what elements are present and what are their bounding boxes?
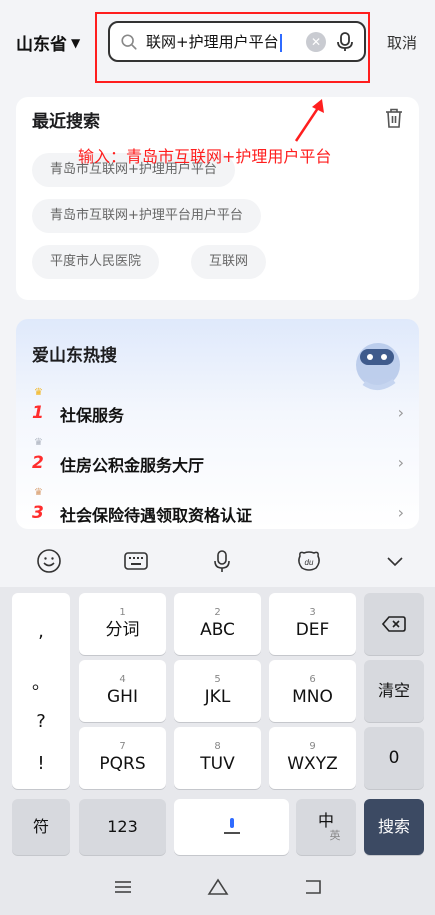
hot-search-title: 爱山东热搜 bbox=[32, 346, 117, 366]
key-4[interactable]: 4 GHI bbox=[79, 660, 166, 722]
key-label: GHI bbox=[107, 687, 138, 707]
symbols-key-label: 符 bbox=[32, 817, 49, 836]
hot-rank: 1 bbox=[32, 403, 44, 423]
key-number: 2 bbox=[214, 607, 221, 618]
key-7[interactable]: 7 PQRS bbox=[79, 727, 166, 789]
hot-rank: 3 bbox=[32, 503, 44, 523]
key-number: 4 bbox=[119, 674, 126, 685]
key-number: 7 bbox=[119, 741, 126, 752]
chevron-down-icon[interactable] bbox=[382, 548, 408, 574]
microphone-icon[interactable] bbox=[209, 548, 235, 574]
hot-label: 住房公积金服务大厅 bbox=[60, 456, 205, 475]
search-icon bbox=[121, 33, 137, 50]
clear-key[interactable]: 清空 bbox=[364, 660, 424, 722]
hot-item[interactable]: ♛ 1 社保服务 › bbox=[32, 387, 404, 431]
emoji-icon[interactable] bbox=[36, 548, 62, 574]
chevron-right-icon: › bbox=[397, 403, 404, 422]
key-number: 5 bbox=[214, 674, 221, 685]
crown-icon: ♛ bbox=[34, 487, 43, 498]
language-switch-key[interactable]: 中 英 bbox=[296, 799, 356, 855]
key-9[interactable]: 9 WXYZ bbox=[269, 727, 356, 789]
microphone-icon[interactable] bbox=[336, 31, 354, 52]
clear-icon[interactable]: ✕ bbox=[306, 31, 326, 52]
svg-text:du: du bbox=[305, 558, 314, 567]
menu-icon[interactable] bbox=[110, 876, 136, 898]
chevron-right-icon: › bbox=[397, 453, 404, 472]
punct-key[interactable]: , bbox=[12, 621, 70, 642]
backspace-icon bbox=[382, 616, 406, 632]
search-key-label: 搜索 bbox=[377, 817, 410, 836]
hot-label: 社会保险待遇领取资格认证 bbox=[60, 506, 253, 525]
key-number: 9 bbox=[309, 741, 316, 752]
punct-key[interactable]: ? bbox=[12, 711, 70, 732]
keyboard-icon[interactable] bbox=[123, 548, 149, 574]
text-cursor bbox=[279, 33, 282, 52]
chevron-right-icon: › bbox=[397, 503, 404, 522]
lang-main-label: 中 bbox=[317, 811, 334, 830]
key-label: 分词 bbox=[105, 620, 140, 640]
trash-icon[interactable] bbox=[384, 107, 404, 129]
hot-item[interactable]: ♛ 3 社会保险待遇领取资格认证 › bbox=[32, 487, 404, 529]
key-8[interactable]: 8 TUV bbox=[174, 727, 261, 789]
key-label: TUV bbox=[200, 754, 235, 774]
zero-key-label: 0 bbox=[388, 748, 400, 768]
recent-tag[interactable]: 互联网 bbox=[191, 245, 267, 279]
crown-icon: ♛ bbox=[34, 437, 43, 448]
key-label: WXYZ bbox=[287, 754, 338, 774]
home-icon[interactable] bbox=[205, 876, 231, 898]
symbols-key[interactable]: 符 bbox=[12, 799, 70, 855]
hot-rank: 2 bbox=[32, 453, 44, 473]
key-3[interactable]: 3 DEF bbox=[269, 593, 356, 655]
key-5[interactable]: 5 JKL bbox=[174, 660, 261, 722]
province-label: 山东省 bbox=[16, 35, 67, 55]
search-input[interactable]: 联网+护理用户平台 ✕ bbox=[108, 21, 366, 62]
key-label: JKL bbox=[204, 687, 231, 707]
annotation-text: 输入：青岛市互联网+护理用户平台 bbox=[78, 147, 332, 166]
search-key[interactable]: 搜索 bbox=[364, 799, 424, 855]
punct-key[interactable]: 。 bbox=[12, 669, 70, 695]
space-key[interactable] bbox=[174, 799, 289, 855]
hot-search-card: 爱山东热搜 ♛ 1 社保服务 › ♛ 2 住房公积金服务大厅 › ♛ 3 社会保… bbox=[16, 319, 419, 529]
recent-search-card: 最近搜索 青岛市互联网+护理用户平台 青岛市互联网+护理平台用户平台 平度市人民… bbox=[16, 97, 419, 300]
key-2[interactable]: 2 ABC bbox=[174, 593, 261, 655]
hot-label: 社保服务 bbox=[60, 406, 125, 425]
recent-tag[interactable]: 青岛市互联网+护理平台用户平台 bbox=[32, 199, 261, 233]
search-header: 山东省 ▼ 联网+护理用户平台 ✕ 取消 bbox=[0, 0, 435, 85]
key-number: 1 bbox=[119, 607, 126, 618]
key-label: ABC bbox=[200, 620, 235, 640]
keyboard-toolbar: du bbox=[0, 535, 435, 587]
key-number: 6 bbox=[309, 674, 316, 685]
punctuation-column[interactable]: , 。 ? ! bbox=[12, 593, 70, 789]
clear-key-label: 清空 bbox=[377, 681, 410, 700]
search-query-text: 联网+护理用户平台 bbox=[146, 31, 306, 52]
cancel-button[interactable]: 取消 bbox=[387, 32, 417, 53]
hot-item[interactable]: ♛ 2 住房公积金服务大厅 › bbox=[32, 437, 404, 481]
system-nav-bar bbox=[0, 862, 435, 915]
voice-input-icon bbox=[223, 818, 240, 834]
zero-key[interactable]: 0 bbox=[364, 727, 424, 789]
crown-icon: ♛ bbox=[34, 387, 43, 398]
numbers-key[interactable]: 123 bbox=[79, 799, 166, 855]
back-icon[interactable] bbox=[300, 876, 326, 898]
recent-search-title: 最近搜索 bbox=[32, 112, 100, 132]
lang-sub-label: 英 bbox=[329, 829, 341, 842]
recent-tag[interactable]: 平度市人民医院 bbox=[32, 245, 160, 279]
punct-key[interactable]: ! bbox=[12, 753, 70, 774]
key-label: MNO bbox=[292, 687, 333, 707]
numbers-key-label: 123 bbox=[107, 817, 138, 836]
key-number: 3 bbox=[309, 607, 316, 618]
key-number: 8 bbox=[214, 741, 221, 752]
key-label: PQRS bbox=[99, 754, 146, 774]
caret-down-icon: ▼ bbox=[71, 35, 81, 50]
key-label: DEF bbox=[295, 620, 330, 640]
key-1[interactable]: 1 分词 bbox=[79, 593, 166, 655]
backspace-key[interactable] bbox=[364, 593, 424, 655]
du-mascot-icon[interactable]: du bbox=[296, 548, 322, 574]
key-6[interactable]: 6 MNO bbox=[269, 660, 356, 722]
province-selector[interactable]: 山东省 ▼ bbox=[16, 30, 80, 55]
